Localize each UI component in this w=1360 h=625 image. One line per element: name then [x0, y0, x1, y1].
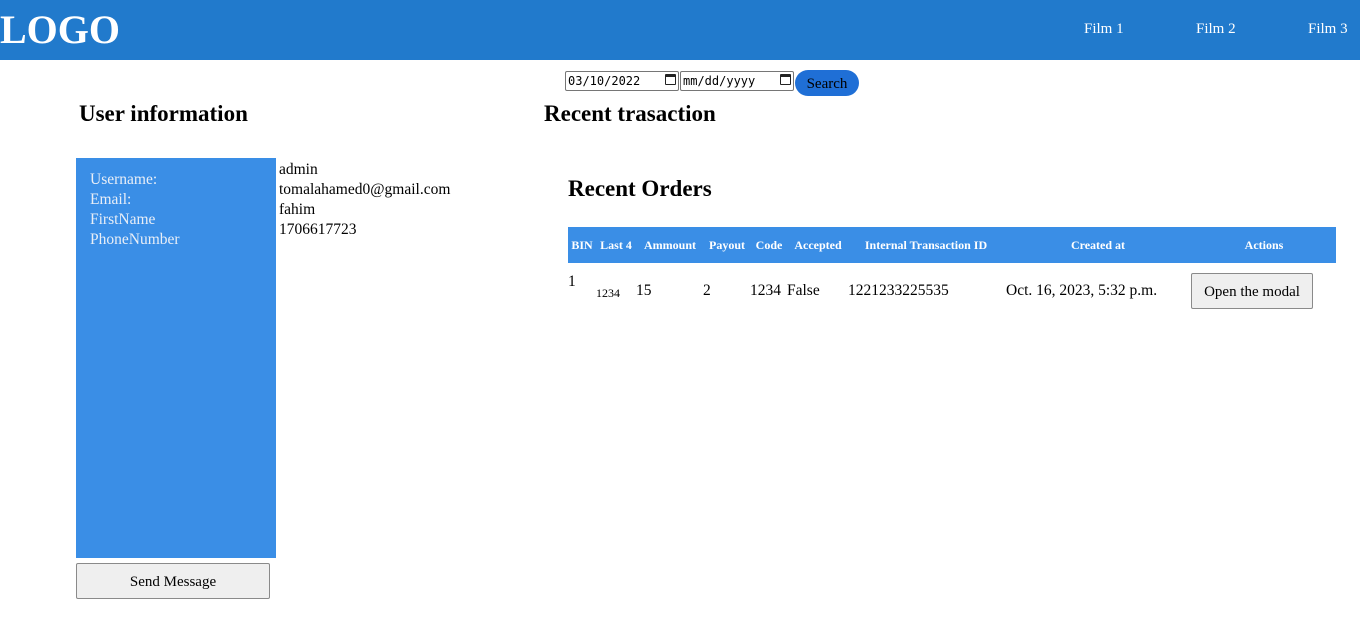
navbar: LOGO Film 1 Film 2 Film 3 — [0, 0, 1360, 60]
cell-bin: 1 — [568, 273, 576, 290]
column-header-accepted: Accepted — [794, 238, 842, 252]
recent-transaction-title: Recent trasaction — [544, 101, 716, 126]
calendar-icon[interactable] — [665, 74, 676, 85]
orders-table: BIN Last 4 Ammount Payout Code Accepted … — [568, 227, 1336, 313]
table-header: BIN Last 4 Ammount Payout Code Accepted … — [568, 227, 1336, 263]
column-header-code: Code — [755, 238, 783, 252]
nav-link-film-1[interactable]: Film 1 — [1084, 20, 1124, 38]
column-header-internal-id: Internal Transaction ID — [864, 238, 988, 252]
column-header-actions: Actions — [1244, 238, 1284, 252]
cell-amount: 15 — [636, 282, 652, 299]
nav-link-film-2[interactable]: Film 2 — [1196, 20, 1236, 38]
start-date-input[interactable]: 03/10/2022 — [565, 71, 679, 91]
user-info-values: admin tomalahamed0@gmail.com fahim 17066… — [279, 160, 450, 240]
send-message-button[interactable]: Send Message — [76, 563, 270, 599]
recent-orders-title: Recent Orders — [568, 176, 712, 201]
search-button[interactable]: Search — [795, 70, 859, 96]
user-information-title: User information — [79, 101, 248, 126]
user-info-panel: Username: Email: FirstName PhoneNumber — [76, 158, 276, 558]
column-header-last4: Last 4 — [600, 238, 632, 252]
open-modal-button[interactable]: Open the modal — [1191, 273, 1313, 309]
username-value: admin — [279, 161, 318, 178]
cell-accepted: False — [787, 282, 820, 299]
cell-code: 1234 — [750, 282, 781, 299]
end-date-input[interactable]: mm/dd/yyyy — [680, 71, 794, 91]
phonenumber-value: 1706617723 — [279, 221, 357, 238]
cell-internal-id: 1221233225535 — [848, 282, 949, 299]
column-header-amount: Ammount — [643, 238, 696, 252]
cell-payout: 2 — [703, 282, 711, 299]
column-header-created-at: Created at — [1070, 238, 1126, 252]
calendar-icon[interactable] — [780, 74, 791, 85]
table-row: 1 1234 15 2 1234 False 1221233225535 Oct… — [568, 263, 1336, 313]
firstname-label: FirstName — [90, 211, 156, 228]
cell-last4: 1234 — [596, 286, 620, 300]
cell-created-at: Oct. 16, 2023, 5:32 p.m. — [1006, 282, 1158, 299]
logo[interactable]: LOGO — [0, 6, 120, 54]
start-date-value: 03/10/2022 — [568, 74, 641, 88]
username-label: Username: — [90, 171, 158, 188]
email-label: Email: — [90, 191, 132, 208]
firstname-value: fahim — [279, 201, 316, 218]
nav-link-film-3[interactable]: Film 3 — [1308, 20, 1348, 38]
end-date-placeholder: mm/dd/yyyy — [683, 74, 756, 88]
phonenumber-label: PhoneNumber — [90, 231, 180, 248]
email-value: tomalahamed0@gmail.com — [279, 181, 451, 198]
column-header-bin: BIN — [571, 238, 593, 252]
column-header-payout: Payout — [709, 238, 745, 252]
